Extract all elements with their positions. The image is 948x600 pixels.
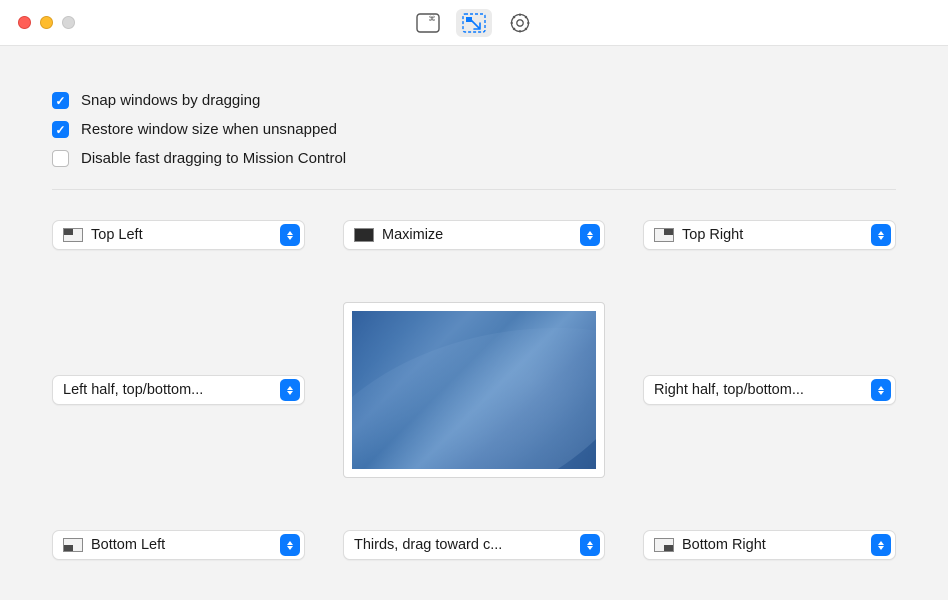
popup-arrows-icon: [871, 534, 891, 556]
zone-popup-top-right[interactable]: Top Right: [643, 220, 896, 250]
checkbox-row-disable-fast: Disable fast dragging to Mission Control: [52, 150, 896, 167]
close-window-button[interactable]: [18, 16, 31, 29]
top-right-quarter-icon: [654, 228, 674, 242]
zone-label: Left half, top/bottom...: [63, 382, 274, 398]
svg-text:⌘: ⌘: [429, 15, 436, 23]
tab-snap[interactable]: [456, 9, 492, 37]
popup-arrows-icon: [280, 224, 300, 246]
keyboard-icon: ⌘: [416, 13, 440, 33]
zone-label: Right half, top/bottom...: [654, 382, 865, 398]
zone-popup-bot-right[interactable]: Bottom Right: [643, 530, 896, 560]
checkbox-row-restore-size: Restore window size when unsnapped: [52, 121, 896, 138]
zone-label: Thirds, drag toward c...: [354, 537, 574, 553]
minimize-window-button[interactable]: [40, 16, 53, 29]
zone-label: Maximize: [382, 227, 574, 243]
traffic-lights: [18, 16, 75, 29]
zone-label: Top Right: [682, 227, 865, 243]
checkbox-row-snap-dragging: Snap windows by dragging: [52, 92, 896, 109]
tab-settings[interactable]: [502, 9, 538, 37]
zone-label: Bottom Left: [91, 537, 274, 553]
tab-keyboard[interactable]: ⌘: [410, 9, 446, 37]
top-left-quarter-icon: [63, 228, 83, 242]
desktop-thumbnail: [352, 311, 596, 469]
zone-label: Bottom Right: [682, 537, 865, 553]
screen-preview: [343, 302, 605, 478]
bottom-left-quarter-icon: [63, 538, 83, 552]
popup-arrows-icon: [871, 379, 891, 401]
snap-icon: [461, 12, 487, 34]
zoom-window-button[interactable]: [62, 16, 75, 29]
zone-popup-mid-left[interactable]: Left half, top/bottom...: [52, 375, 305, 405]
popup-arrows-icon: [580, 534, 600, 556]
zone-popup-bot-left[interactable]: Bottom Left: [52, 530, 305, 560]
gear-icon: [509, 12, 531, 34]
zone-popup-top-left[interactable]: Top Left: [52, 220, 305, 250]
zone-popup-top-center[interactable]: Maximize: [343, 220, 605, 250]
content-pane: Snap windows by dragging Restore window …: [0, 46, 948, 600]
popup-arrows-icon: [280, 534, 300, 556]
checkbox-label: Snap windows by dragging: [81, 92, 260, 109]
titlebar: ⌘: [0, 0, 948, 46]
popup-arrows-icon: [580, 224, 600, 246]
zone-popup-bot-center[interactable]: Thirds, drag toward c...: [343, 530, 605, 560]
maximize-icon: [354, 228, 374, 242]
zone-popup-mid-right[interactable]: Right half, top/bottom...: [643, 375, 896, 405]
checkbox-snap-dragging[interactable]: [52, 92, 69, 109]
toolbar-tabs: ⌘: [410, 9, 538, 37]
bottom-right-quarter-icon: [654, 538, 674, 552]
checkbox-restore-size[interactable]: [52, 121, 69, 138]
popup-arrows-icon: [280, 379, 300, 401]
checkbox-label: Disable fast dragging to Mission Control: [81, 150, 346, 167]
snap-zones-grid: Top Left Maximize Top Right Left half, t…: [52, 220, 896, 560]
zone-label: Top Left: [91, 227, 274, 243]
divider: [52, 189, 896, 190]
popup-arrows-icon: [871, 224, 891, 246]
checkbox-disable-fast[interactable]: [52, 150, 69, 167]
checkbox-label: Restore window size when unsnapped: [81, 121, 337, 138]
